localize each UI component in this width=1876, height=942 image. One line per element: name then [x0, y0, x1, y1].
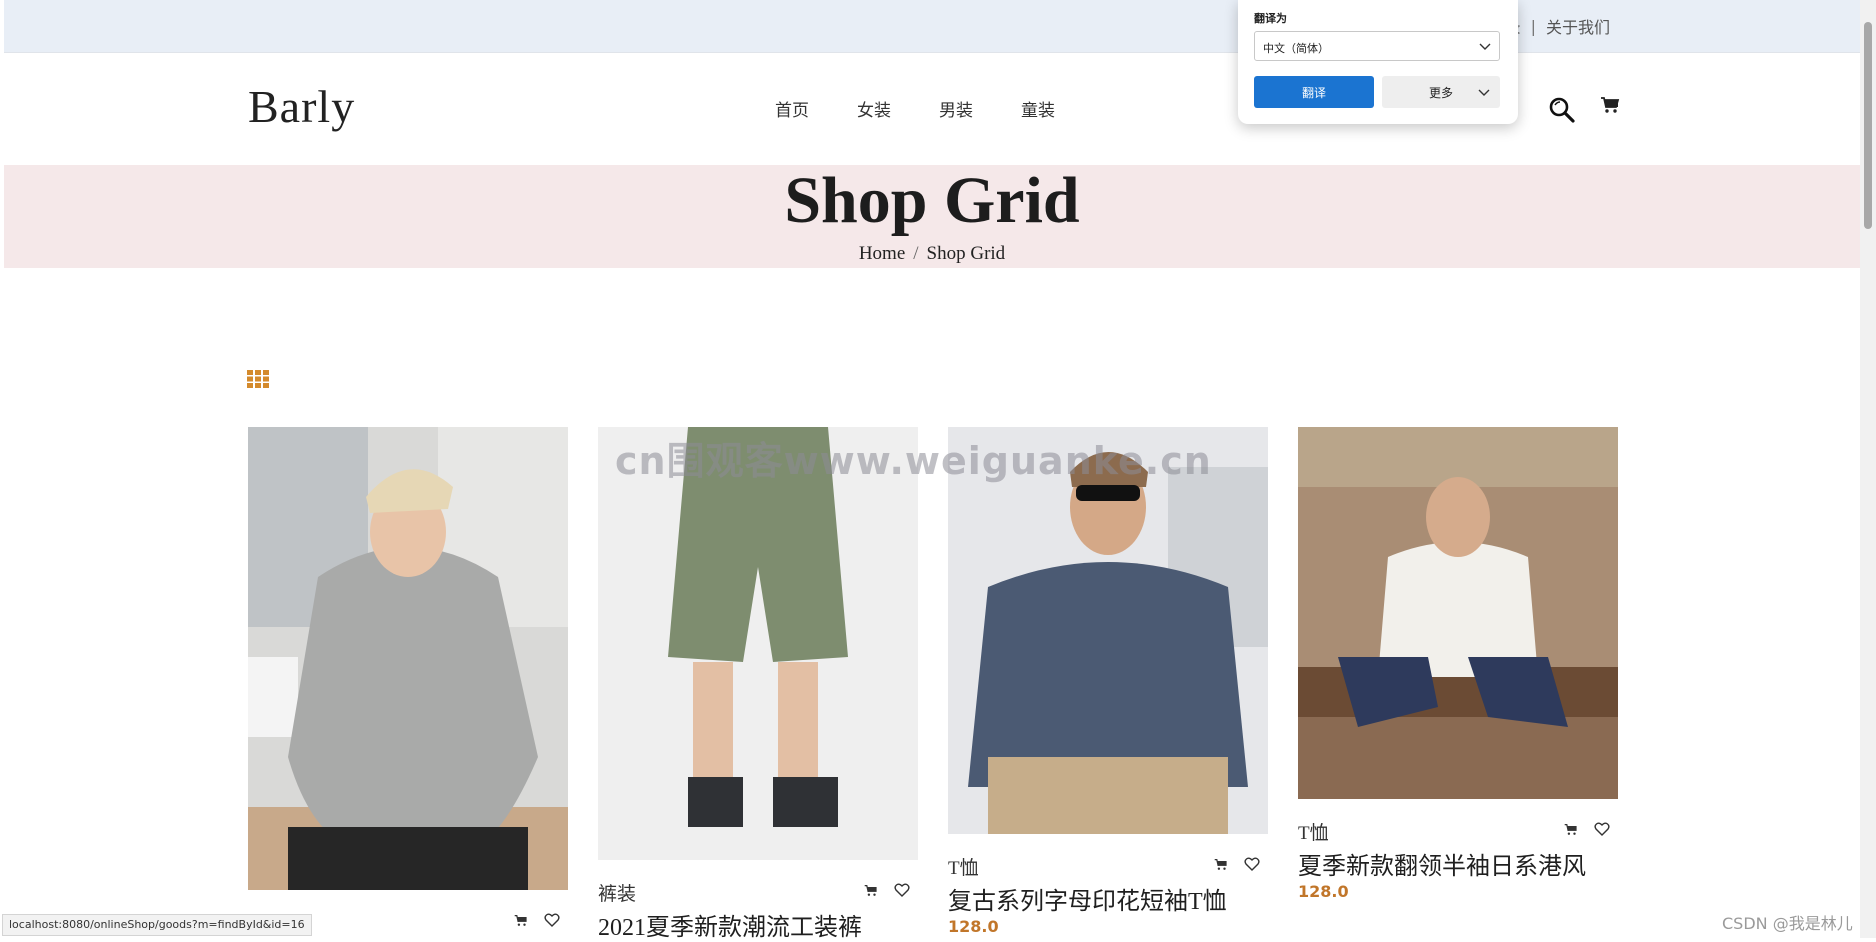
- product-price: 128.0: [1298, 882, 1349, 901]
- language-select-value: 中文（简体）: [1263, 42, 1329, 55]
- top-utility-bar: 录 | 关于我们: [4, 0, 1860, 53]
- nav-item-men[interactable]: 男装: [939, 96, 973, 121]
- nav-item-women[interactable]: 女装: [857, 96, 891, 121]
- product-card[interactable]: T恤 复古系列字母印花短袖T恤 128.0: [948, 427, 1268, 938]
- chevron-down-icon: [1478, 89, 1490, 96]
- wishlist-heart-icon[interactable]: [894, 883, 910, 897]
- main-nav: 首页 女装 男装 童装: [775, 96, 1055, 121]
- translate-button[interactable]: 翻译: [1254, 76, 1374, 108]
- watermark-text: cn围观客www.weiguanke.cn: [615, 439, 1212, 483]
- breadcrumb: Home / Shop Grid: [4, 243, 1860, 265]
- language-select[interactable]: 中文（简体）: [1254, 31, 1500, 61]
- product-category[interactable]: 裤装: [598, 879, 636, 906]
- topbar-links: 录 | 关于我们: [1505, 14, 1610, 38]
- product-actions: [1214, 857, 1260, 871]
- product-category[interactable]: T恤: [1298, 818, 1329, 845]
- page-banner: Shop Grid Home / Shop Grid: [4, 165, 1860, 268]
- breadcrumb-current: Shop Grid: [926, 243, 1006, 264]
- product-price: 128.0: [948, 917, 999, 936]
- product-card[interactable]: T恤 夏季新款翻领半袖日系港风 128.0: [1298, 427, 1618, 938]
- product-image[interactable]: [248, 427, 568, 890]
- breadcrumb-home[interactable]: Home: [859, 243, 905, 264]
- credit-text: CSDN @我是林儿: [1722, 914, 1853, 933]
- topbar-separator: |: [1530, 16, 1536, 36]
- product-image[interactable]: [1298, 427, 1618, 799]
- site-logo[interactable]: Barly: [248, 80, 355, 133]
- more-button-label: 更多: [1428, 85, 1453, 100]
- product-image[interactable]: [598, 427, 918, 860]
- add-to-cart-icon[interactable]: [514, 914, 528, 927]
- product-card[interactable]: T恤: [248, 427, 568, 938]
- product-actions: [864, 883, 910, 897]
- grid-view-icon[interactable]: [247, 370, 270, 388]
- product-image[interactable]: [948, 427, 1268, 834]
- product-actions: [1564, 822, 1610, 836]
- product-actions: [514, 913, 560, 927]
- breadcrumb-separator: /: [913, 243, 919, 264]
- product-name[interactable]: 复古系列字母印花短袖T恤: [948, 881, 1227, 916]
- cart-icon[interactable]: [1600, 96, 1620, 114]
- wishlist-heart-icon[interactable]: [544, 913, 560, 927]
- search-icon[interactable]: [1548, 96, 1576, 124]
- product-card[interactable]: 裤装 2021夏季新款潮流工装裤: [598, 427, 918, 941]
- nav-item-home[interactable]: 首页: [775, 96, 809, 121]
- product-name[interactable]: 夏季新款翻领半袖日系港风: [1298, 846, 1586, 881]
- wishlist-heart-icon[interactable]: [1594, 822, 1610, 836]
- translate-popup: 翻译为 中文（简体） 翻译 更多: [1238, 0, 1518, 124]
- more-button[interactable]: 更多: [1382, 76, 1500, 108]
- wishlist-heart-icon[interactable]: [1244, 857, 1260, 871]
- page-scrollbar[interactable]: [1860, 0, 1876, 938]
- add-to-cart-icon[interactable]: [864, 884, 878, 897]
- page-title: Shop Grid: [784, 164, 1080, 237]
- chevron-down-icon: [1479, 43, 1491, 50]
- scrollbar-thumb[interactable]: [1864, 22, 1872, 229]
- product-name[interactable]: 2021夏季新款潮流工装裤: [598, 907, 862, 942]
- product-category[interactable]: T恤: [948, 853, 979, 880]
- topbar-link-about[interactable]: 关于我们: [1546, 14, 1610, 38]
- add-to-cart-icon[interactable]: [1214, 858, 1228, 871]
- status-bar-url: localhost:8080/onlineShop/goods?m=findBy…: [2, 914, 312, 936]
- nav-item-kids[interactable]: 童装: [1021, 96, 1055, 121]
- add-to-cart-icon[interactable]: [1564, 823, 1578, 836]
- translate-to-label: 翻译为: [1254, 12, 1287, 25]
